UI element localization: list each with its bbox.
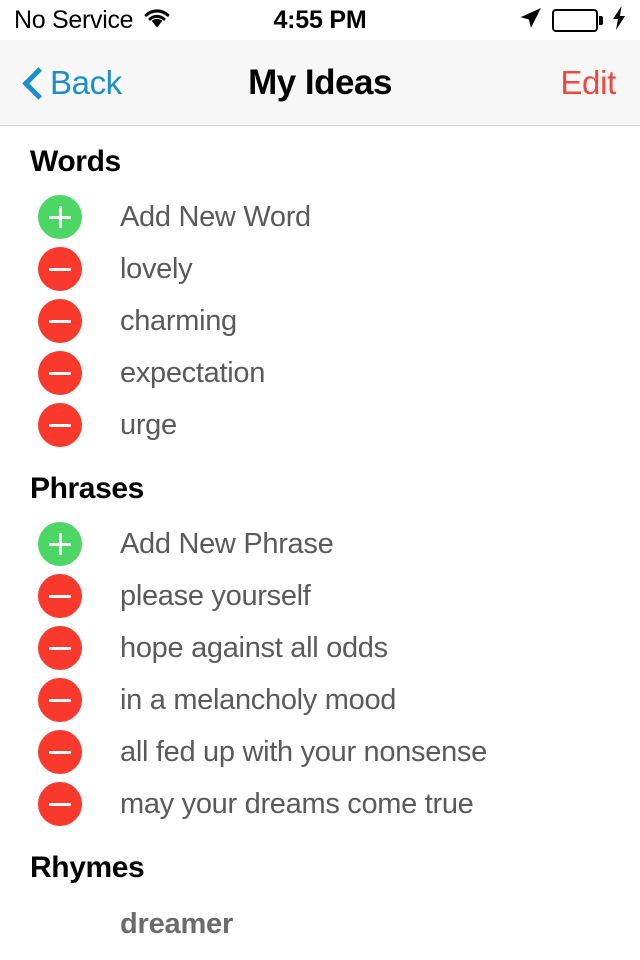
list-item-label: charming	[120, 304, 237, 337]
list-item[interactable]: please yourself	[0, 570, 640, 622]
status-bar: No Service 4:55 PM	[0, 0, 640, 40]
list-item-label: lovely	[120, 252, 193, 285]
ideas-list[interactable]: Words Add New Word lovely charming expec…	[0, 127, 640, 960]
minus-circle-icon[interactable]	[38, 730, 82, 774]
back-button-label: Back	[50, 63, 122, 101]
section-header-phrases: Phrases	[30, 472, 144, 505]
section-header-rhymes: Rhymes	[30, 851, 145, 884]
rhyme-group-title: dreamer	[120, 908, 234, 940]
minus-circle-icon[interactable]	[38, 574, 82, 618]
list-item[interactable]: expectation	[0, 347, 640, 399]
back-button[interactable]: Back	[24, 64, 122, 102]
wifi-icon	[143, 7, 171, 34]
list-item-label: all fed up with your nonsense	[120, 735, 487, 768]
plus-circle-icon[interactable]	[38, 522, 82, 566]
status-bar-left: No Service	[14, 7, 171, 34]
minus-circle-icon[interactable]	[38, 247, 82, 291]
list-item[interactable]: all fed up with your nonsense	[0, 726, 640, 778]
list-item[interactable]: Add New Word	[0, 191, 640, 243]
list-item[interactable]: charming	[0, 295, 640, 347]
list-item-label: may your dreams come true	[120, 787, 474, 820]
minus-circle-icon[interactable]	[38, 351, 82, 395]
carrier-label: No Service	[14, 5, 134, 34]
list-item-label: expectation	[120, 356, 266, 389]
list-item-label: Add New Phrase	[120, 527, 334, 560]
section-rows-phrases: Add New Phrase please yourself hope agai…	[0, 518, 640, 830]
list-item-label: urge	[120, 408, 177, 441]
chevron-left-icon	[24, 67, 42, 99]
minus-circle-icon[interactable]	[38, 626, 82, 670]
battery-full-icon	[552, 8, 603, 32]
section-rows-words: Add New Word lovely charming expectation…	[0, 191, 640, 451]
list-item[interactable]: may your dreams come true	[0, 778, 640, 830]
lightning-bolt-icon	[612, 5, 626, 35]
edit-button[interactable]: Edit	[560, 64, 616, 102]
status-bar-right	[517, 5, 626, 36]
list-item-label: Add New Word	[120, 200, 311, 233]
minus-circle-icon[interactable]	[38, 403, 82, 447]
minus-circle-icon[interactable]	[38, 299, 82, 343]
list-item-label: please yourself	[120, 579, 311, 612]
section-header-words: Words	[30, 145, 121, 178]
list-item[interactable]: in a melancholy mood	[0, 674, 640, 726]
list-item[interactable]: hope against all odds	[0, 622, 640, 674]
list-item[interactable]: Add New Phrase	[0, 518, 640, 570]
list-item-label: hope against all odds	[120, 631, 388, 664]
list-item[interactable]: urge	[0, 399, 640, 451]
minus-circle-icon[interactable]	[38, 678, 82, 722]
minus-circle-icon[interactable]	[38, 782, 82, 826]
navigation-bar: Back My Ideas Edit	[0, 40, 640, 126]
list-item[interactable]: lovely	[0, 243, 640, 295]
plus-circle-icon[interactable]	[38, 195, 82, 239]
list-item-label: in a melancholy mood	[120, 683, 397, 716]
location-arrow-icon	[517, 5, 543, 36]
